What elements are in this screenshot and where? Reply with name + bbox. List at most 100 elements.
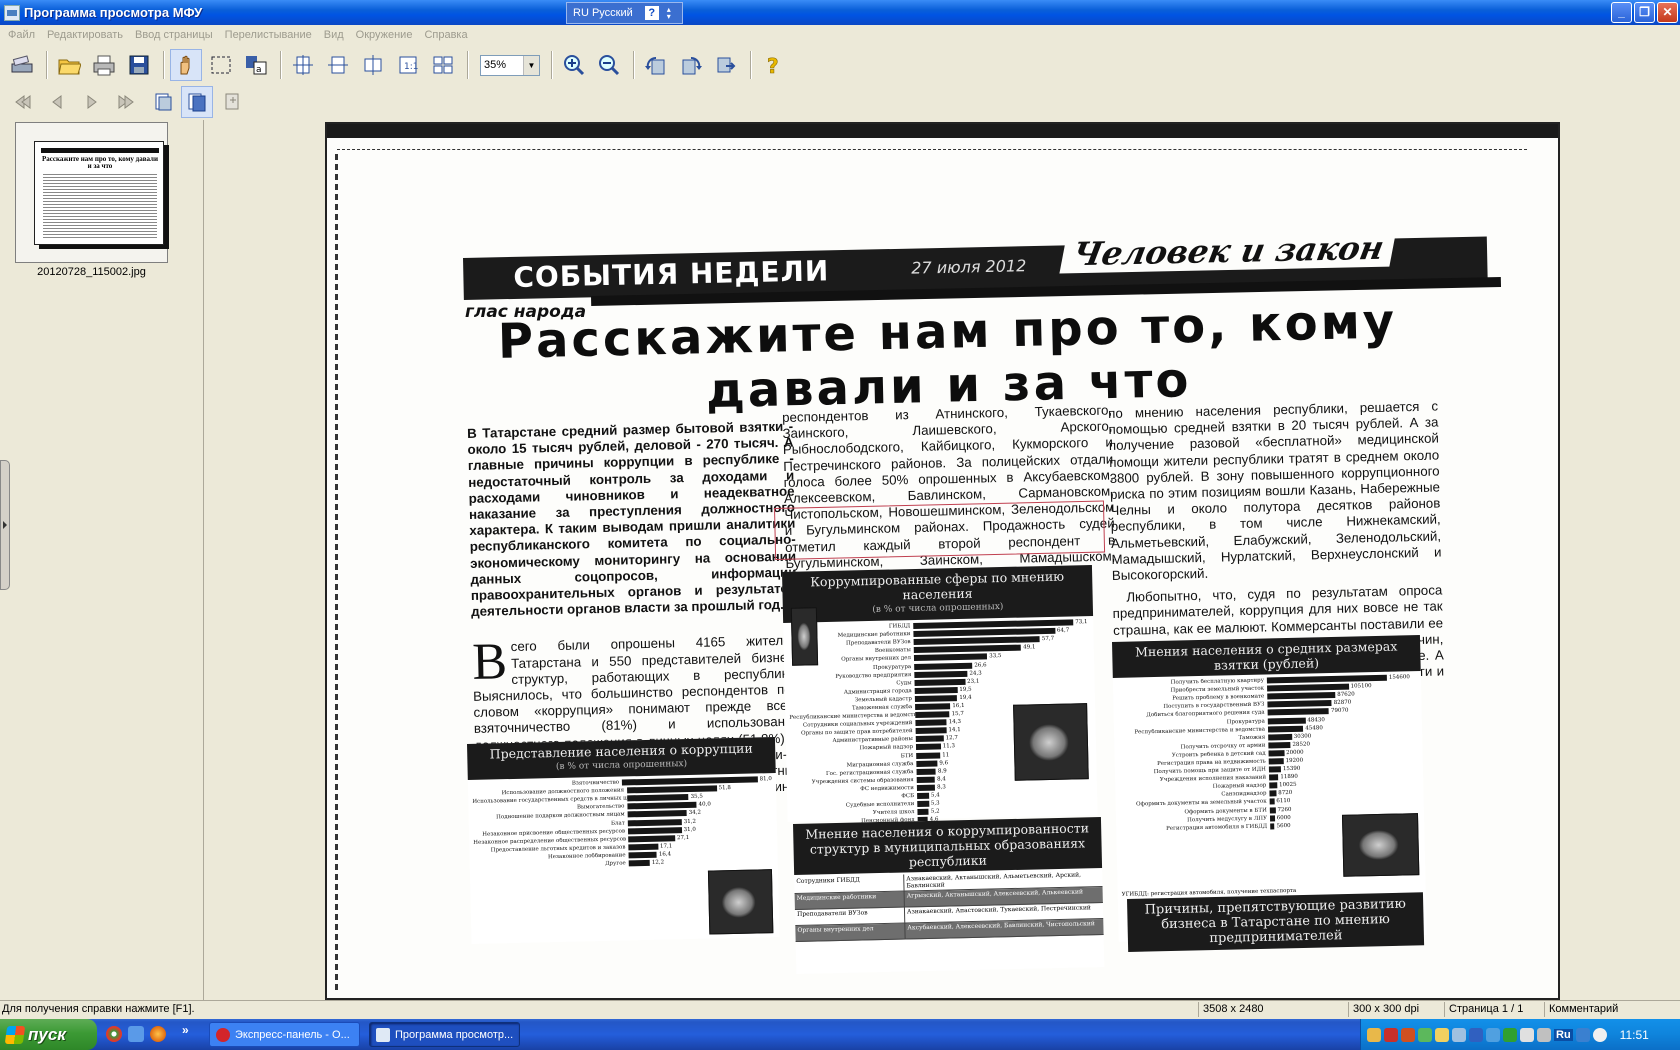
tray-sync-icon[interactable] bbox=[1503, 1027, 1517, 1042]
menu-file[interactable]: Файл bbox=[2, 29, 41, 41]
first-page-button[interactable] bbox=[6, 86, 38, 118]
mail-icon[interactable] bbox=[128, 1026, 144, 1042]
tray-clock[interactable]: 11:51 bbox=[1620, 1028, 1649, 1042]
language-bar[interactable]: RU Русский ? ▴ ▾ bbox=[566, 2, 683, 24]
start-button[interactable]: пуск bbox=[0, 1019, 97, 1050]
help-button[interactable]: ? bbox=[757, 49, 789, 81]
chart-bar-value: 73,1 bbox=[1075, 619, 1088, 626]
save-icon bbox=[129, 55, 149, 75]
tray-volume-icon[interactable] bbox=[1592, 1027, 1607, 1042]
chart-bar-value: 19,5 bbox=[959, 686, 972, 693]
chart-bar bbox=[1268, 750, 1285, 757]
last-page-button[interactable] bbox=[111, 86, 143, 118]
print-icon bbox=[93, 55, 115, 76]
thumbnail-pane: Расскажите нам про то, кому давали и за … bbox=[0, 120, 204, 1000]
zoom-out-button[interactable] bbox=[593, 49, 625, 81]
select-area-button[interactable] bbox=[205, 49, 237, 81]
menu-environment[interactable]: Окружение bbox=[350, 29, 419, 41]
tray-network-icon[interactable] bbox=[1418, 1027, 1432, 1042]
pane-collapse-handle[interactable] bbox=[0, 460, 10, 590]
chart-bar-value: 14,3 bbox=[948, 719, 962, 726]
text-select-button[interactable]: a bbox=[240, 49, 272, 81]
fit-width-button[interactable] bbox=[322, 49, 354, 81]
chart-bar-value: 10025 bbox=[1279, 782, 1297, 789]
chrome-icon[interactable] bbox=[106, 1026, 122, 1042]
system-tray: Ru 11:51 bbox=[1360, 1019, 1680, 1050]
rotate-left-button[interactable] bbox=[640, 49, 672, 81]
menu-view[interactable]: Вид bbox=[318, 29, 350, 41]
tray-flag-icon[interactable] bbox=[1401, 1027, 1415, 1042]
zoom-select[interactable]: 35% ▼ bbox=[480, 54, 540, 76]
taskbar-item-viewer[interactable]: Программа просмотр... bbox=[369, 1022, 520, 1047]
zoom-out-icon bbox=[599, 55, 620, 76]
firefox-icon[interactable] bbox=[150, 1026, 166, 1042]
tray-bluetooth-icon[interactable] bbox=[1575, 1027, 1590, 1042]
tray-shield-icon[interactable] bbox=[1469, 1027, 1483, 1042]
menu-edit[interactable]: Редактировать bbox=[41, 29, 129, 41]
chart-bar-value: 23,1 bbox=[967, 678, 980, 685]
actual-size-button[interactable]: 1:1 bbox=[392, 49, 424, 81]
chart-bar-value: 154600 bbox=[1388, 674, 1410, 681]
tray-folder-icon[interactable] bbox=[1435, 1027, 1449, 1042]
flip-button[interactable] bbox=[710, 49, 742, 81]
tray-usb-icon[interactable] bbox=[1537, 1027, 1551, 1042]
continuous-button[interactable] bbox=[216, 86, 248, 118]
print-button[interactable] bbox=[88, 49, 120, 81]
fit-page-button[interactable] bbox=[287, 49, 319, 81]
scanned-page: СОБЫТИЯ НЕДЕЛИ 27 июля 2012 Человек и за… bbox=[325, 122, 1560, 1000]
next-page-button[interactable] bbox=[76, 86, 108, 118]
menu-page-input[interactable]: Ввод страницы bbox=[129, 29, 219, 41]
fit-height-icon bbox=[364, 55, 382, 75]
tray-antivirus-icon[interactable] bbox=[1384, 1027, 1398, 1042]
chart-bar-value: 12,2 bbox=[651, 859, 665, 866]
language-options-icon[interactable]: ▴ ▾ bbox=[667, 6, 671, 21]
tray-window-icon[interactable] bbox=[1520, 1027, 1534, 1042]
open-button[interactable] bbox=[53, 49, 85, 81]
table-cell: Преподаватели ВУЗов bbox=[794, 907, 906, 925]
svg-text:a: a bbox=[256, 65, 262, 75]
language-help-icon[interactable]: ? bbox=[644, 6, 659, 20]
chart-bar bbox=[917, 792, 929, 800]
table-cell: Аксубаевский, Алексеевский, Бавлинский, … bbox=[907, 920, 1095, 932]
chart-bar bbox=[916, 752, 941, 759]
continuous-icon bbox=[225, 93, 239, 110]
chart-bar-value: 16,4 bbox=[658, 851, 672, 858]
chevron-down-icon[interactable]: ▼ bbox=[523, 55, 539, 75]
chart-bar bbox=[628, 835, 676, 843]
scan-button[interactable] bbox=[6, 49, 38, 81]
hand-tool-button[interactable] bbox=[170, 49, 202, 81]
chart-bar-value: 57,7 bbox=[1041, 636, 1055, 643]
page-toolbar bbox=[0, 86, 1680, 118]
thumbnails-button[interactable] bbox=[427, 49, 459, 81]
document-view[interactable]: СОБЫТИЯ НЕДЕЛИ 27 июля 2012 Человек и за… bbox=[207, 120, 1680, 1000]
chart-bar bbox=[627, 826, 682, 834]
next-page-icon bbox=[87, 95, 97, 109]
chart-bar bbox=[1268, 733, 1292, 741]
rotate-right-button[interactable] bbox=[675, 49, 707, 81]
start-label: пуск bbox=[28, 1024, 66, 1044]
selection-rectangle[interactable] bbox=[774, 500, 1106, 560]
save-button[interactable] bbox=[123, 49, 155, 81]
menu-paging[interactable]: Перелистывание bbox=[219, 29, 318, 41]
menu-help[interactable]: Справка bbox=[418, 29, 473, 41]
tray-language[interactable]: Ru bbox=[1554, 1028, 1573, 1041]
tray-update-icon[interactable] bbox=[1486, 1027, 1500, 1042]
zoom-in-button[interactable] bbox=[558, 49, 590, 81]
chart-bar bbox=[1268, 741, 1291, 749]
two-pages-button[interactable] bbox=[181, 86, 213, 118]
tray-device-icon[interactable] bbox=[1452, 1027, 1466, 1042]
banner-section: СОБЫТИЯ НЕДЕЛИ bbox=[513, 254, 830, 294]
minimize-button[interactable]: _ bbox=[1611, 2, 1632, 23]
restore-button[interactable]: ❐ bbox=[1634, 2, 1655, 23]
taskbar-item-opera[interactable]: Экспресс-панель - О... bbox=[209, 1022, 360, 1047]
single-page-button[interactable] bbox=[146, 86, 178, 118]
quick-launch-more-icon[interactable]: » bbox=[182, 1023, 189, 1037]
open-folder-icon bbox=[58, 59, 81, 75]
prev-page-button[interactable] bbox=[41, 86, 73, 118]
tray-app-icon[interactable] bbox=[1367, 1027, 1381, 1042]
chart-bar-value: 105100 bbox=[1350, 683, 1372, 690]
close-button[interactable]: ✕ bbox=[1657, 2, 1678, 23]
language-indicator[interactable]: RU Русский bbox=[573, 7, 633, 19]
fit-height-button[interactable] bbox=[357, 49, 389, 81]
page-thumbnail[interactable]: Расскажите нам про то, кому давали и за … bbox=[15, 122, 168, 263]
